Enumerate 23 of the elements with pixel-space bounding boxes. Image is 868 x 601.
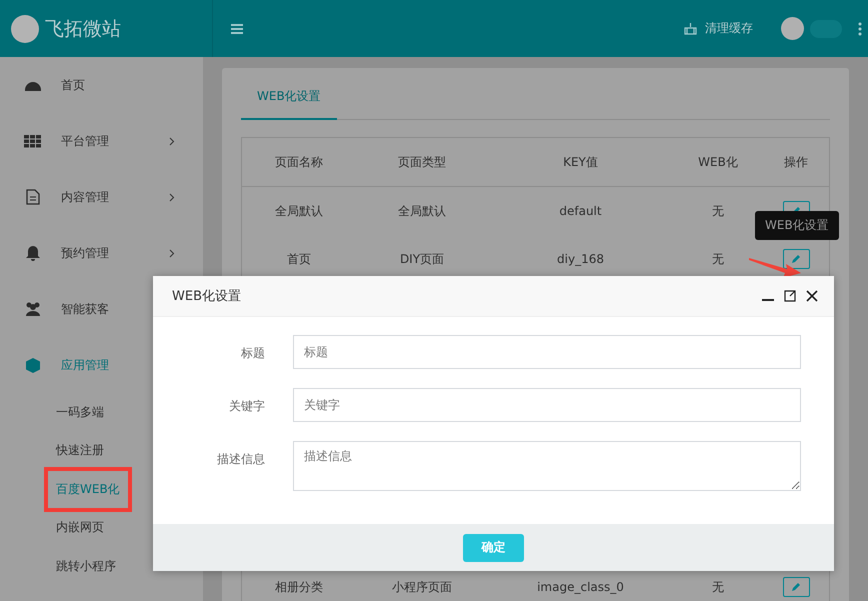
column-header: 页面名称 [274,154,324,170]
table-cell-text: diy_168 [556,252,605,266]
table-cell-text: image_class_0 [536,580,625,594]
table-cell-text: 全局默认 [274,202,324,220]
dialog-title: WEB化设置 [172,288,242,305]
column-header: WEB化 [697,154,739,170]
table-cell-text: DIY页面 [398,250,446,268]
column-header: 操作 [783,154,809,170]
site-name: 飞拓微站 [45,16,121,42]
table-cell-text: 首页 [286,250,312,268]
table-cell-text: 全局默认 [397,202,447,220]
table-cell-text: 无 [711,578,725,596]
table-cell-text: 相册分类 [274,578,324,596]
table-cell-text: 小程序页面 [391,578,453,596]
field-label: 关键字 [228,398,265,415]
column-header: 页面类型 [397,154,447,170]
table-cell-text: 无 [711,250,725,268]
tooltip: WEB化设置 [755,211,839,240]
table-cell-text: default [558,204,603,218]
column-header: KEY值 [562,154,599,170]
field-label: 描述信息 [216,451,265,468]
table-cell-text: 无 [711,202,725,220]
field-label: 标题 [240,345,265,362]
